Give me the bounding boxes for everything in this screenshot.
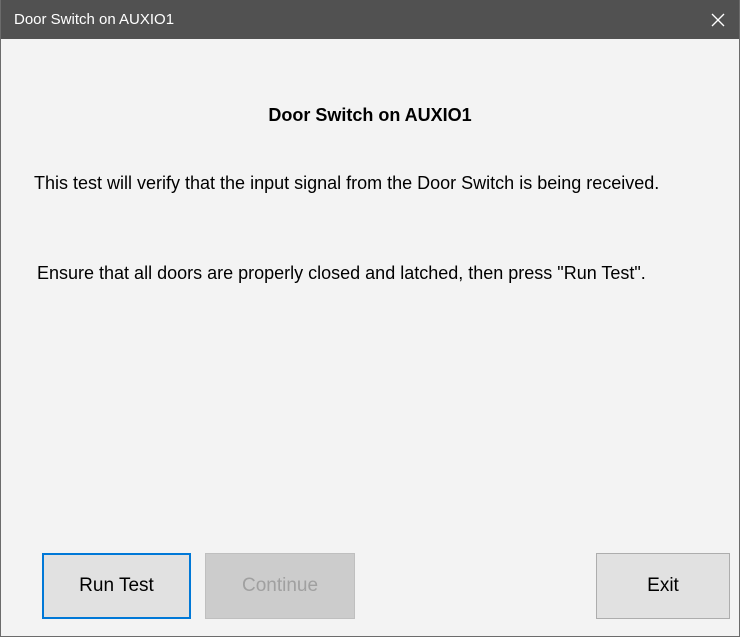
- window-title: Door Switch on AUXIO1: [14, 11, 175, 28]
- close-icon: [711, 13, 725, 27]
- exit-button[interactable]: Exit: [596, 553, 730, 619]
- dialog-window: Door Switch on AUXIO1 Door Switch on AUX…: [0, 0, 740, 637]
- close-button[interactable]: [697, 0, 739, 39]
- dialog-heading: Door Switch on AUXIO1: [268, 105, 472, 125]
- title-bar[interactable]: Door Switch on AUXIO1: [1, 0, 739, 39]
- continue-button[interactable]: Continue: [205, 553, 355, 619]
- description-text: This test will verify that the input sig…: [34, 173, 660, 193]
- run-test-button[interactable]: Run Test: [42, 553, 191, 619]
- instruction-text: Ensure that all doors are properly close…: [37, 263, 646, 283]
